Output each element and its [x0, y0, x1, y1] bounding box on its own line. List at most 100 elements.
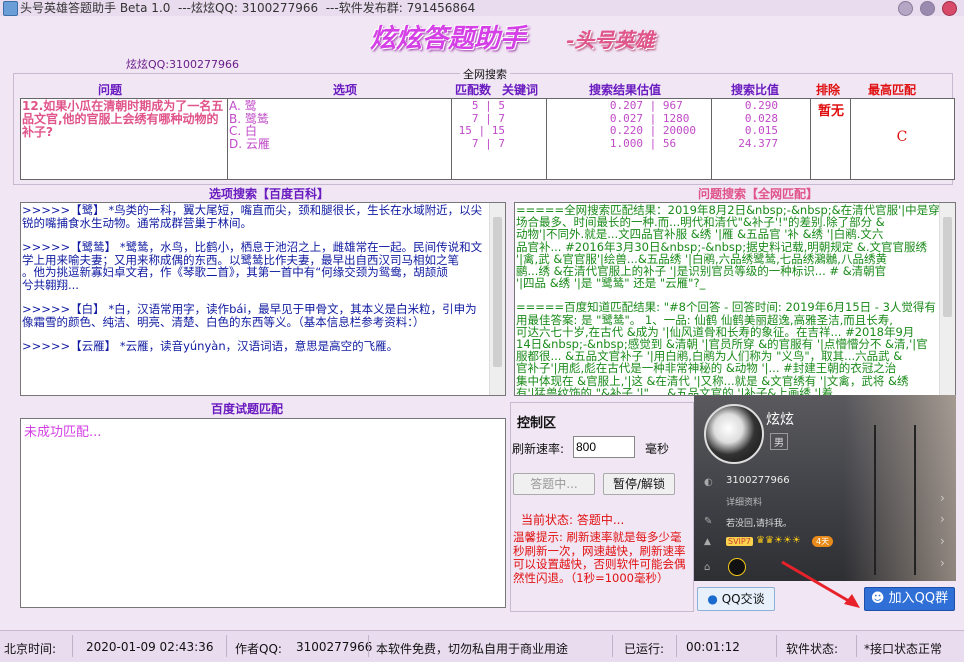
qq-icon: ◐ [704, 477, 713, 488]
estimate-row: 0.220 | 20000 [609, 124, 696, 137]
refresh-rate-input[interactable] [573, 436, 635, 458]
free-notice: 本软件免费，切勿私自用于商业用途 [376, 642, 569, 656]
join-group-button[interactable]: ☻ 加入QQ群 [864, 587, 955, 611]
answer-grid: 12.如果小瓜在清朝时期成为了一名五品文官,他的官服上会绣有哪种动物的补子? A… [20, 98, 955, 180]
web-search-scroll-thumb[interactable] [943, 217, 952, 317]
current-state: 当前状态: 答题中... [521, 513, 625, 527]
status-separator [856, 635, 857, 657]
text-line: 锐的嘴捕食水生动物。通常成群营巢于林间。 [22, 215, 252, 230]
best-match-value: C [896, 129, 908, 145]
option-d: D. 云雁 [229, 136, 270, 151]
header-keyword: 关键词 [501, 83, 538, 97]
exclude-value: 暂无 [817, 104, 844, 119]
state-label: 软件状态: [786, 642, 839, 656]
text-line: =====百度知道匹配结果: "#8个回答 - 回答时间: 2019年6月15日… [516, 300, 936, 315]
qq-line: 炫炫QQ:3100277966 [126, 58, 240, 71]
maximize-icon[interactable] [920, 1, 935, 16]
question-text: 12.如果小瓜在清朝时期成为了一名五品文官,他的官服上会绣有哪种动物的补子? [22, 99, 224, 139]
text-line: >>>>>【云雁】 *云雁，读音yúnyàn，汉语词语，意思是高空的飞雁。 [22, 339, 399, 353]
trial-match-textbox[interactable]: 未成功匹配... [20, 418, 506, 608]
web-search-title: 问题搜索【全网匹配】 [698, 187, 819, 201]
baike-textbox[interactable]: >>>>>【鹭】 *鸟类的一科，翼大尾短，嘴直而尖，颈和腿很长，生长在水域附近，… [20, 202, 506, 396]
header-match: 匹配数 [454, 83, 491, 97]
level-days-badge: 4天 [812, 536, 834, 547]
banner-title: 炫炫答题助手 [370, 24, 527, 54]
web-search-scrollbar[interactable] [939, 203, 955, 395]
grid-divider [451, 99, 452, 179]
text-line: 官补子'|用彪,彪在古代是一种非常神秘的 &动物 '|... #封建王朝的衣冠之… [516, 361, 897, 376]
level-crowns-icon: ♛♛☀☀☀ [756, 535, 801, 546]
header-options: 选项 [332, 83, 357, 97]
red-arrow-icon [781, 560, 860, 608]
gender-badge: 男 [770, 433, 788, 450]
home-icon: ⌂ [704, 562, 711, 573]
refresh-unit: 毫秒 [645, 442, 670, 456]
option-c: C. 白 [229, 124, 258, 138]
grid-divider [546, 99, 547, 179]
chevron-right-icon[interactable]: › [940, 556, 945, 570]
header-estimate: 搜索结果估值 [588, 83, 661, 97]
author-value: 3100277966 [296, 640, 373, 654]
pause-unlock-button[interactable]: 暂停/解锁 [603, 473, 675, 495]
signature: 若没回,请抖我。 [726, 519, 792, 529]
trial-match-content: 未成功匹配... [24, 425, 102, 440]
option-b: B. 鹭鸶 [229, 111, 269, 126]
text-line: 用最佳答案: 是 "鹭鸶"。 1、一品: 仙鹤 仙鹤美丽超逸,高雅圣洁,而且长寿… [516, 312, 893, 327]
window-frame [914, 425, 916, 575]
ratio-row: 24.377 [738, 136, 778, 150]
avatar[interactable] [704, 404, 764, 464]
header-exclude: 排除 [815, 83, 840, 97]
status-separator [776, 635, 777, 657]
runtime-value: 00:01:12 [686, 640, 740, 654]
baike-title: 选项搜索【百度百科】 [209, 187, 330, 201]
status-separator [72, 635, 73, 657]
group-icon: ☻ [870, 591, 885, 606]
text-line: >>>>>【鹭鸶】 *鹭鸶，水鸟，比鹤小，栖息于池沼之上，雌雄常在一起。民间传说… [22, 240, 483, 254]
chevron-right-icon[interactable]: › [940, 512, 945, 526]
match-row: 7 | 7 [471, 136, 505, 150]
level-icon: ▲ [704, 537, 711, 547]
runtime-label: 已运行: [624, 642, 665, 656]
chevron-right-icon[interactable]: › [940, 534, 945, 548]
text-line: 兮共翱翔... [22, 277, 79, 292]
trial-match-title: 百度试题匹配 [211, 402, 284, 416]
ratio-row: 0.015 [744, 124, 778, 137]
chevron-right-icon[interactable]: › [940, 491, 945, 505]
text-line: 动物'|不同外.就是...文四品官补服 &绣 '|雁 &五品官 '补 &绣 '|… [516, 227, 884, 242]
ratio-row: 0.290 [744, 99, 778, 112]
time-label: 北京时间: [4, 642, 57, 656]
detail-link[interactable]: 详细资料 [726, 495, 762, 508]
profile-card: 炫炫 男 ◐ 3100277966 详细资料 › ✎ 若没回,请抖我。 › ▲ … [694, 395, 956, 581]
text-line: 。他为挑逗新寡妇卓文君，作《琴歌二首》，其第一首中有“何缘交颈为鸳鸯，胡颉颃 [22, 265, 448, 279]
app-icon [3, 1, 18, 16]
penguin-icon [728, 558, 746, 576]
time-value: 2020-01-09 02:43:36 [86, 640, 214, 654]
text-line: 品官补... #2016年3月30日&nbsp;-&nbsp;据史料记载,明朝规… [516, 239, 927, 254]
header-ratio: 搜索比值 [730, 83, 779, 97]
window-frame [874, 425, 876, 575]
minimize-icon[interactable] [898, 1, 913, 16]
state-value: *接口状态正常 [864, 642, 943, 656]
web-search-textbox[interactable]: =====全网搜索匹配结果：2019年8月2日&nbsp;-&nbsp;&在清代… [514, 202, 956, 396]
profile-qq: 3100277966 [726, 475, 790, 486]
grid-divider [227, 99, 228, 179]
status-separator [226, 635, 227, 657]
status-separator [612, 635, 613, 657]
profile-name: 炫炫 [766, 412, 794, 428]
header-best: 最高匹配 [867, 83, 916, 97]
answering-button[interactable]: 答题中... [513, 473, 595, 495]
svip-badge: SVIP7 [726, 537, 753, 546]
author-label: 作者QQ: [235, 642, 282, 656]
banner-subtitle: -头号英雄 [566, 28, 655, 52]
option-a: A. 鹭 [229, 99, 257, 113]
status-separator [676, 635, 677, 657]
text-line: >>>>>【鹭】 *鸟类的一科，翼大尾短，嘴直而尖，颈和腿很长，生长在水域附近，… [22, 203, 483, 217]
baike-scroll-thumb[interactable] [493, 217, 502, 367]
qq-chat-button[interactable]: ● QQ交谈 [697, 587, 775, 611]
close-icon[interactable] [942, 1, 957, 16]
baike-scrollbar[interactable] [489, 203, 505, 395]
text-line: >>>>>【白】 *白，汉语常用字，读作bái，最早见于甲骨文，其本义是白米粒，… [22, 302, 477, 316]
text-line: 集中体现在 &官服上,'|这 &在清代 '|又称...就是 &文官绣有 '|文禽… [516, 373, 909, 388]
status-separator [368, 635, 369, 657]
grid-divider [711, 99, 712, 179]
